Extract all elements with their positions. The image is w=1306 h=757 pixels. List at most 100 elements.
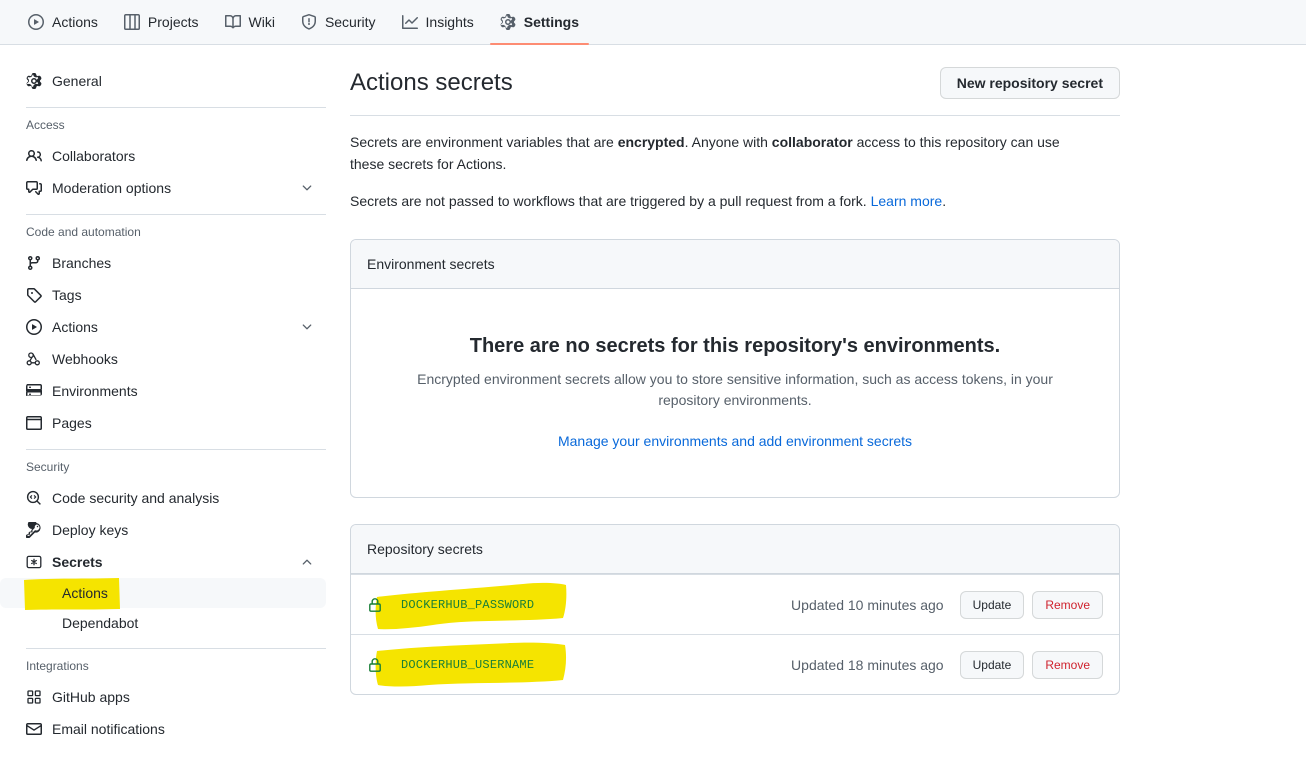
gear-icon (26, 73, 42, 89)
tab-projects[interactable]: Projects (114, 0, 209, 44)
sidebar-item-webhooks[interactable]: Webhooks (0, 343, 326, 375)
sidebar-item-moderation-options-label: Moderation options (52, 180, 172, 196)
update-button[interactable]: Update (959, 650, 1025, 679)
page-body: General Access Collaborators Moderation … (0, 45, 1306, 757)
tab-projects-label: Projects (147, 14, 199, 30)
sidebar-item-branches[interactable]: Branches (0, 247, 326, 279)
desc2-part1: Secrets are not passed to workflows that… (350, 193, 871, 210)
remove-button[interactable]: Remove (1032, 590, 1103, 619)
book-icon (224, 14, 241, 30)
webhook-icon (26, 351, 42, 367)
sidebar-item-deploy-keys[interactable]: Deploy keys (0, 514, 326, 546)
secret-updated-time: Updated 18 minutes ago (791, 656, 944, 673)
sidebar-divider (26, 648, 326, 649)
environment-secrets-blankslate: There are no secrets for this repository… (351, 289, 1119, 497)
server-icon (26, 383, 42, 399)
sidebar-item-secrets-dependabot[interactable]: Dependabot (0, 608, 326, 638)
secret-asterisk-icon (26, 554, 42, 570)
sidebar-item-pages[interactable]: Pages (0, 407, 326, 439)
chevron-down-icon[interactable] (300, 320, 314, 334)
sidebar-heading-code-automation: Code and automation (26, 225, 141, 239)
secrets-description-1: Secrets are environment variables that a… (350, 132, 1090, 175)
git-branch-icon (26, 255, 42, 271)
play-circle-icon (28, 14, 44, 30)
new-repository-secret-button[interactable]: New repository secret (939, 67, 1120, 99)
manage-environments-link[interactable]: Manage your environments and add environ… (558, 433, 912, 449)
secrets-description-2: Secrets are not passed to workflows that… (350, 191, 1090, 213)
mail-icon (26, 721, 42, 737)
people-icon (26, 148, 42, 164)
sidebar-item-webhooks-label: Webhooks (52, 351, 118, 367)
row-actions: Update Remove (959, 650, 1103, 679)
desc2-part2: . (942, 193, 947, 210)
page-header: Actions secrets New repository secret (350, 67, 1120, 116)
desc1-bold-encrypted: encrypted (617, 134, 685, 150)
sidebar-item-moderation-options[interactable]: Moderation options (0, 172, 326, 204)
secret-updated-time: Updated 10 minutes ago (791, 596, 944, 613)
page-title: Actions secrets (350, 69, 513, 96)
sidebar-item-actions-label: Actions (52, 319, 98, 335)
chevron-up-icon[interactable] (300, 555, 314, 569)
main-content: Actions secrets New repository secret Se… (336, 45, 1306, 696)
sidebar-item-secrets-actions-label: Actions (62, 585, 108, 601)
learn-more-link[interactable]: Learn more (871, 193, 943, 209)
tab-settings-label: Settings (523, 14, 579, 30)
sidebar-item-environments[interactable]: Environments (0, 375, 326, 407)
sidebar-item-collaborators[interactable]: Collaborators (0, 140, 326, 172)
sidebar-item-email-notifications-label: Email notifications (52, 721, 165, 737)
repository-secrets-box: Repository secrets DOCKERHUB_PASSWORD Up… (350, 524, 1120, 696)
sidebar-item-general-label: General (52, 73, 102, 89)
sidebar-item-branches-label: Branches (52, 255, 112, 271)
tab-security[interactable]: Security (291, 0, 386, 44)
lock-icon (367, 597, 383, 613)
table-row: DOCKERHUB_USERNAME Updated 18 minutes ag… (351, 634, 1119, 694)
sidebar-item-code-security-and-analysis[interactable]: Code security and analysis (0, 482, 326, 514)
sidebar-divider (26, 214, 326, 215)
sidebar-item-tags[interactable]: Tags (0, 279, 326, 311)
sidebar-item-email-notifications[interactable]: Email notifications (0, 713, 326, 745)
tab-wiki-label: Wiki (248, 14, 275, 30)
environment-secrets-box: Environment secrets There are no secrets… (350, 239, 1120, 499)
blankslate-title: There are no secrets for this repository… (469, 335, 1001, 358)
sidebar-item-tags-label: Tags (52, 287, 82, 303)
sidebar-divider (26, 107, 326, 108)
sidebar-heading-security: Security (26, 460, 70, 474)
tab-insights-label: Insights (425, 14, 474, 30)
sidebar-item-actions[interactable]: Actions (0, 311, 326, 343)
tab-security-label: Security (324, 14, 376, 30)
desc1-bold-collaborator: collaborator (771, 134, 853, 150)
shield-icon (301, 14, 317, 30)
row-actions: Update Remove (959, 590, 1103, 619)
sidebar-item-environments-label: Environments (52, 383, 138, 399)
tab-actions[interactable]: Actions (18, 0, 108, 44)
sidebar-divider (26, 449, 326, 450)
tab-settings[interactable]: Settings (489, 0, 590, 45)
sidebar-item-secrets[interactable]: Secrets (0, 546, 326, 578)
tab-wiki[interactable]: Wiki (215, 0, 285, 44)
sidebar-item-secrets-dependabot-label: Dependabot (62, 615, 139, 631)
repository-secrets-header: Repository secrets (351, 525, 1119, 575)
sidebar-item-general[interactable]: General (0, 65, 326, 97)
key-icon (26, 522, 42, 538)
blankslate-text: Encrypted environment secrets allow you … (417, 371, 1053, 409)
update-button[interactable]: Update (959, 590, 1025, 619)
codescan-icon (26, 490, 42, 506)
remove-button[interactable]: Remove (1032, 650, 1103, 679)
sidebar-item-collaborators-label: Collaborators (52, 148, 136, 164)
repo-nav: Actions Projects Wiki Security Insights … (0, 0, 1306, 45)
settings-sidebar: General Access Collaborators Moderation … (0, 45, 336, 745)
lock-icon (367, 657, 383, 673)
play-circle-icon (26, 319, 42, 335)
tab-insights[interactable]: Insights (392, 0, 484, 44)
sidebar-item-github-apps-label: GitHub apps (52, 689, 130, 705)
sidebar-item-deploy-keys-label: Deploy keys (52, 522, 129, 538)
sidebar-item-secrets-actions[interactable]: Actions (0, 578, 326, 610)
graph-icon (401, 14, 418, 30)
sidebar-item-pages-label: Pages (52, 415, 92, 431)
desc1-part1: Secrets are environment variables that a… (350, 134, 618, 150)
desc1-part2: . Anyone with (684, 134, 772, 150)
sidebar-item-github-apps[interactable]: GitHub apps (0, 681, 326, 713)
sidebar-item-secrets-label: Secrets (52, 554, 103, 570)
comment-discussion-icon (26, 180, 42, 196)
chevron-down-icon[interactable] (300, 181, 314, 195)
